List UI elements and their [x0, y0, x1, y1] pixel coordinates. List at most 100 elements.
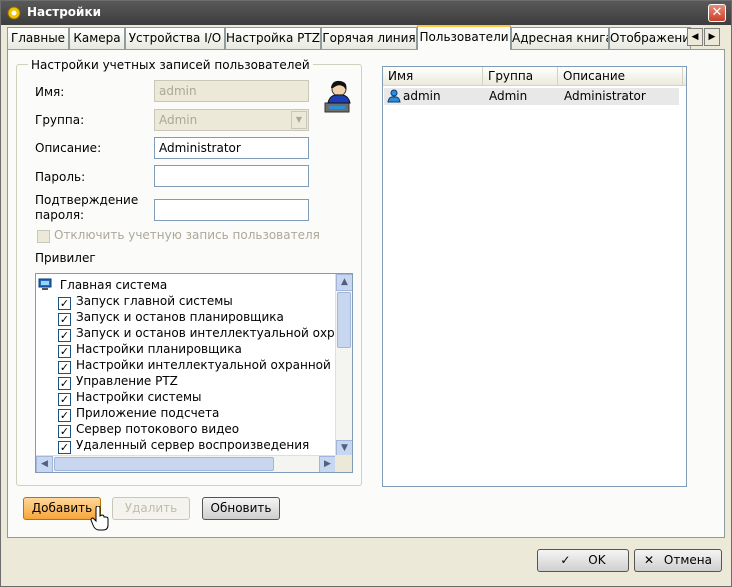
close-icon: ✕ [711, 5, 723, 20]
column-header-group[interactable]: Группа [483, 67, 558, 86]
tab-label: Устройства I/O [128, 31, 222, 45]
confirm-password-field[interactable] [154, 199, 309, 221]
privilege-label: Настройки планировщика [76, 342, 242, 356]
tab-general[interactable]: Главные [7, 27, 69, 49]
description-field[interactable]: Administrator [154, 137, 309, 159]
privilege-label: Настройки интеллектуальной охранной сист… [76, 358, 352, 372]
cancel-label: Отмена [663, 553, 712, 567]
ok-button[interactable]: ✓ OK [537, 549, 629, 572]
settings-window: Настройки ✕ Главные Камера Устройства I/… [0, 0, 732, 587]
tab-users[interactable]: Пользователи [417, 25, 511, 50]
tab-scroll-left-button[interactable]: ◀ [687, 28, 703, 46]
scroll-up-button[interactable]: ▲ [336, 274, 352, 291]
privilege-label: Удаленный сервер воспроизведения [76, 438, 310, 452]
x-icon: ✕ [644, 553, 655, 567]
confirm-password-label-line1: Подтверждение [35, 193, 139, 207]
scroll-thumb-horizontal[interactable] [54, 457, 274, 471]
column-header-name[interactable]: Имя [383, 67, 483, 86]
arrow-left-icon: ◀ [691, 32, 699, 42]
chevron-down-icon[interactable]: ▼ [291, 111, 307, 129]
tab-label: Настройка PTZ [226, 31, 320, 45]
privilege-label: Запуск главной системы [76, 294, 233, 308]
tab-ptz[interactable]: Настройка PTZ [225, 27, 321, 49]
privilege-checkbox[interactable]: ✓ [58, 425, 71, 438]
group-label: Группа: [35, 113, 85, 127]
privilege-item[interactable]: ✓ Приложение подсчета [58, 406, 219, 422]
privilege-checkbox[interactable]: ✓ [58, 297, 71, 310]
privilege-checkbox[interactable]: ✓ [58, 441, 71, 454]
table-row[interactable]: admin Admin Administrator [384, 88, 679, 105]
cancel-button[interactable]: ✕ Отмена [634, 549, 722, 572]
privilege-item[interactable]: ✓ Удаленный сервер воспроизведения [58, 438, 309, 454]
title-bar[interactable]: Настройки ✕ [1, 1, 731, 25]
privilege-label: Управление PTZ [76, 374, 178, 388]
description-label: Описание: [35, 141, 102, 155]
disable-account-label: Отключить учетную запись пользователя [54, 228, 320, 242]
tab-io-devices[interactable]: Устройства I/O [125, 27, 225, 49]
privilege-item[interactable]: ✓ Запуск и останов планировщика [58, 310, 284, 326]
password-label: Пароль: [35, 170, 86, 184]
scroll-right-button[interactable]: ▶ [319, 456, 336, 472]
delete-user-button[interactable]: Удалить [112, 497, 190, 520]
hand-cursor-icon [90, 506, 109, 531]
privilege-checkbox[interactable]: ✓ [58, 345, 71, 358]
tab-label: Главные [10, 31, 66, 45]
name-label: Имя: [35, 85, 65, 99]
tree-horizontal-scrollbar[interactable]: ◀ ▶ [36, 455, 336, 472]
privilege-checkbox[interactable]: ✓ [58, 377, 71, 390]
name-field[interactable]: admin [154, 80, 309, 102]
scroll-left-button[interactable]: ◀ [36, 456, 53, 472]
app-icon [7, 6, 21, 20]
user-icon [387, 89, 401, 103]
account-settings-title: Настройки учетных записей пользователей [28, 58, 313, 72]
privilege-item[interactable]: ✓ Запуск главной системы [58, 294, 233, 310]
privilege-item[interactable]: ✓ Сервер потокового видео [58, 422, 239, 438]
computer-icon [38, 278, 52, 290]
disable-account-checkbox[interactable] [37, 230, 50, 243]
tab-display[interactable]: Отображени [609, 27, 691, 49]
tab-hotline[interactable]: Горячая линия [321, 27, 417, 49]
privileges-tree[interactable]: Главная система ✓ Запуск главной системы … [35, 273, 353, 473]
user-group-cell: Admin [489, 89, 528, 103]
privilege-checkbox[interactable]: ✓ [58, 393, 71, 406]
tree-root[interactable]: Главная система [38, 278, 167, 294]
privilege-checkbox[interactable]: ✓ [58, 313, 71, 326]
privilege-item[interactable]: ✓ Настройки планировщика [58, 342, 242, 358]
privilege-item[interactable]: ✓ Настройки интеллектуальной охранной сис… [58, 358, 352, 374]
group-select[interactable]: Admin ▼ [154, 109, 309, 131]
privilege-item[interactable]: ✓ Запуск и останов интеллектуальной охран… [58, 326, 353, 342]
privilege-label: Запуск и останов интеллектуальной охранн… [76, 326, 353, 340]
refresh-button[interactable]: Обновить [202, 497, 280, 520]
ok-label: OK [588, 553, 606, 567]
tab-label: Адресная книга [512, 31, 609, 45]
window-title: Настройки [27, 5, 102, 19]
tab-address-book[interactable]: Адресная книга [511, 27, 609, 49]
privilege-label: Настройки системы [76, 390, 202, 404]
privilege-item[interactable]: ✓ Управление PTZ [58, 374, 178, 390]
user-description-cell: Administrator [564, 89, 646, 103]
users-list[interactable]: Имя Группа Описание admin Admin Administ… [382, 66, 687, 487]
privileges-label: Привилег [35, 251, 96, 265]
password-field[interactable] [154, 165, 309, 187]
tab-label: Отображени [610, 31, 690, 45]
group-select-value: Admin [159, 113, 198, 127]
tree-vertical-scrollbar[interactable]: ▲ ▼ [335, 274, 352, 457]
tab-camera[interactable]: Камера [69, 27, 125, 49]
scroll-corner [335, 455, 352, 472]
close-button[interactable]: ✕ [708, 4, 726, 22]
privilege-checkbox[interactable]: ✓ [58, 361, 71, 374]
tab-label: Горячая линия [322, 31, 416, 45]
privilege-checkbox[interactable]: ✓ [58, 409, 71, 422]
column-header-description[interactable]: Описание [558, 67, 683, 86]
user-name-cell: admin [403, 89, 441, 103]
privilege-label: Сервер потокового видео [76, 422, 240, 436]
privilege-label: Запуск и останов планировщика [76, 310, 284, 324]
user-avatar-icon [324, 80, 351, 113]
tab-label: Камера [73, 31, 121, 45]
checkmark-icon: ✓ [560, 553, 571, 567]
privilege-checkbox[interactable]: ✓ [58, 329, 71, 342]
scroll-thumb[interactable] [337, 292, 351, 348]
privilege-item[interactable]: ✓ Настройки системы [58, 390, 201, 406]
privilege-label: Приложение подсчета [76, 406, 220, 420]
tab-scroll-right-button[interactable]: ▶ [704, 28, 720, 46]
